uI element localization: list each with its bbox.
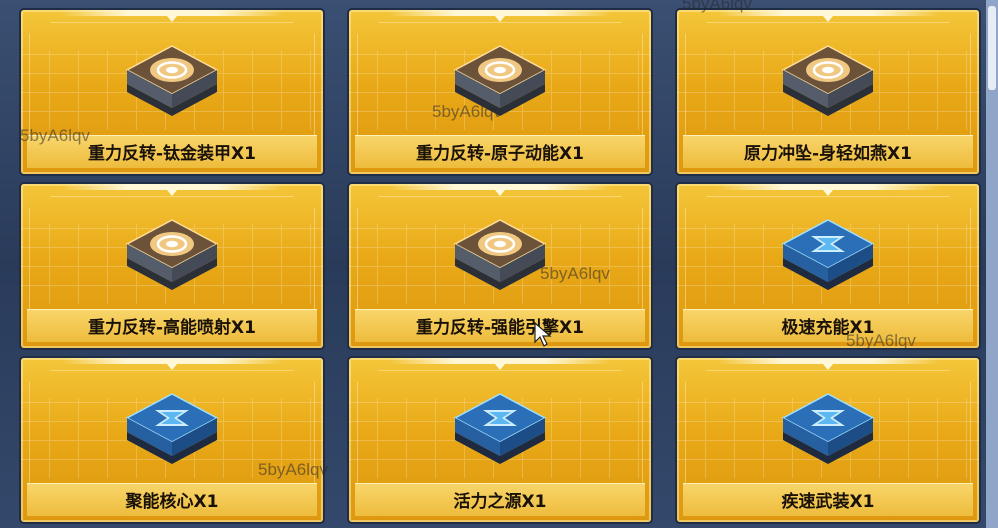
- reward-label: 原力冲坠-身轻如燕X1: [744, 144, 912, 164]
- blue-hourglass-module-icon: [125, 393, 219, 464]
- reward-card[interactable]: 疾速武装X1: [677, 358, 979, 522]
- reward-grid: 重力反转-钛金装甲X1 重力反转-原子动能X1 原力冲坠-身轻如燕X1 重力反转…: [15, 10, 985, 522]
- watermark-text: 5byA6lqv: [20, 126, 90, 145]
- blue-hourglass-module-icon: [453, 393, 547, 464]
- reward-card[interactable]: 聚能核心X1: [21, 358, 323, 522]
- reward-card[interactable]: 活力之源X1: [349, 358, 651, 522]
- reward-label: 活力之源X1: [453, 492, 547, 512]
- watermark-text: 5byA6lqv: [258, 460, 328, 479]
- reward-card[interactable]: 极速充能X1: [677, 184, 979, 348]
- reward-card[interactable]: 重力反转-钛金装甲X1: [21, 10, 323, 174]
- mouse-cursor-icon: [534, 322, 552, 347]
- reward-card[interactable]: 重力反转-原子动能X1: [349, 10, 651, 174]
- reward-card[interactable]: 重力反转-高能喷射X1: [21, 184, 323, 348]
- reward-label: 重力反转-高能喷射X1: [88, 318, 256, 338]
- watermark-text: 5byA6lqv: [682, 0, 752, 13]
- reward-label: 聚能核心X1: [125, 492, 219, 512]
- watermark-text: 5byA6lqv: [432, 102, 502, 121]
- reward-label: 疾速武装X1: [781, 492, 875, 512]
- reward-card[interactable]: 原力冲坠-身轻如燕X1: [677, 10, 979, 174]
- scrollbar[interactable]: [986, 0, 998, 528]
- watermark-text: 5byA6lqv: [846, 331, 916, 350]
- orange-core-module-icon: [453, 219, 547, 290]
- watermark-text: 5byA6lqv: [540, 264, 610, 283]
- orange-core-module-icon: [781, 45, 875, 116]
- reward-label: 重力反转-原子动能X1: [416, 144, 584, 164]
- orange-core-module-icon: [125, 219, 219, 290]
- reward-label: 重力反转-强能引擎X1: [416, 318, 584, 338]
- orange-core-module-icon: [125, 45, 219, 116]
- blue-hourglass-module-icon: [781, 393, 875, 464]
- reward-label: 极速充能X1: [781, 318, 875, 338]
- blue-hourglass-module-icon: [781, 219, 875, 290]
- scrollbar-thumb[interactable]: [988, 6, 996, 90]
